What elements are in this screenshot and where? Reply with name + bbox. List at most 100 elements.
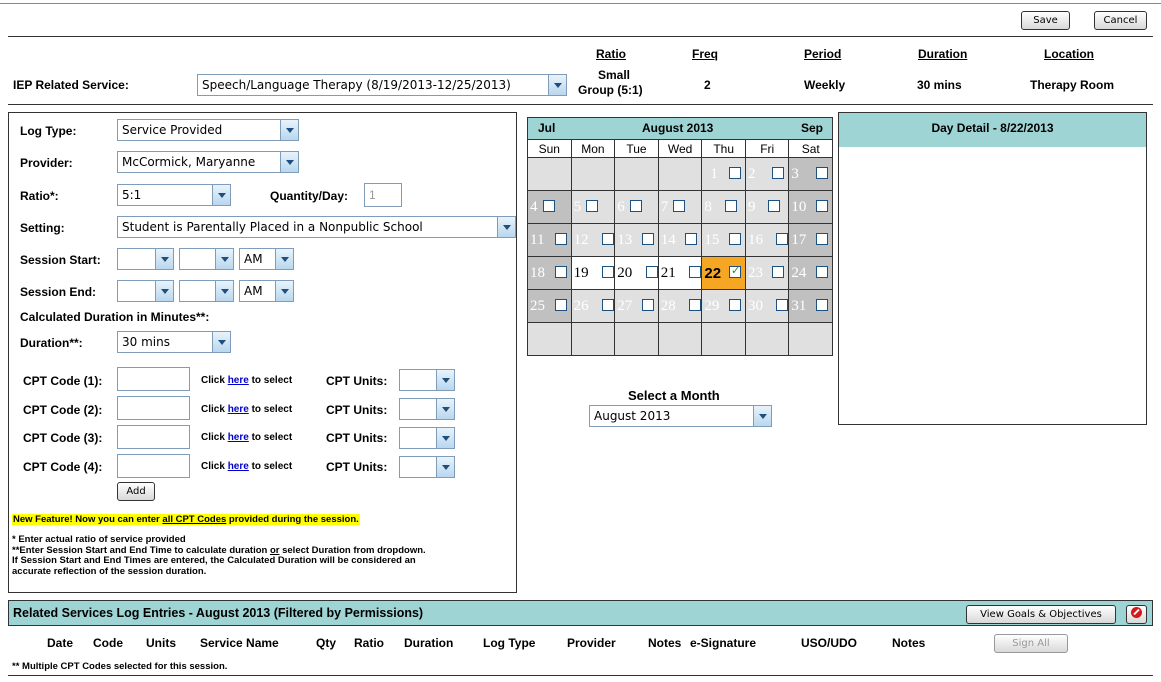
ratio-select-value: 5:1: [122, 188, 142, 202]
cpt-code-input-4[interactable]: [117, 454, 190, 478]
calendar-day[interactable]: 13: [614, 223, 659, 257]
save-button[interactable]: Save: [1021, 11, 1070, 30]
log-type-select[interactable]: Service Provided: [117, 119, 299, 141]
select-month-dropdown[interactable]: August 2013: [589, 405, 772, 427]
calendar-day[interactable]: 17: [788, 223, 833, 257]
calendar-day[interactable]: 14: [657, 223, 703, 257]
session-start-minute[interactable]: [179, 248, 234, 270]
day-checkbox[interactable]: [776, 233, 789, 245]
cpt-select-link-1[interactable]: here: [228, 375, 249, 386]
day-checkbox[interactable]: [645, 266, 658, 278]
calendar-day[interactable]: 23: [744, 256, 790, 290]
calendar-day[interactable]: 30: [744, 289, 790, 323]
calendar-day[interactable]: 25: [527, 289, 572, 323]
day-checkbox[interactable]: [728, 233, 741, 245]
day-checkbox[interactable]: [586, 200, 599, 212]
cpt-code-input-3[interactable]: [117, 425, 190, 449]
calendar-day[interactable]: 27: [614, 289, 659, 323]
day-checkbox[interactable]: [776, 299, 789, 311]
day-checkbox[interactable]: [685, 233, 698, 245]
cpt-code-input-2[interactable]: [117, 396, 190, 420]
day-checkbox[interactable]: [641, 233, 654, 245]
calendar-day[interactable]: 18: [527, 256, 572, 290]
day-checkbox[interactable]: [728, 299, 741, 311]
day-checkbox[interactable]: [768, 200, 781, 212]
day-checkbox[interactable]: [554, 233, 567, 245]
day-checkbox[interactable]: [816, 233, 828, 245]
day-checkbox[interactable]: [816, 200, 828, 212]
day-checkbox[interactable]: [673, 200, 686, 212]
calendar-day[interactable]: 3: [788, 157, 833, 191]
day-checkbox[interactable]: [602, 233, 615, 245]
day-checkbox-checked[interactable]: [728, 264, 741, 278]
cpt-code-input-1[interactable]: [117, 367, 190, 391]
add-cpt-button[interactable]: Add: [117, 482, 155, 501]
calendar-day-selected[interactable]: 22: [701, 256, 746, 290]
day-checkbox[interactable]: [629, 200, 642, 212]
cpt-units-select-2[interactable]: [399, 398, 455, 420]
calendar-next-month[interactable]: Sep: [801, 121, 823, 135]
setting-select[interactable]: Student is Parentally Placed in a Nonpub…: [117, 216, 516, 238]
cpt-select-link-3[interactable]: here: [228, 432, 249, 443]
quantity-input[interactable]: 1: [364, 183, 402, 207]
duration-select[interactable]: 30 mins: [117, 331, 231, 353]
calendar-day[interactable]: 9: [744, 190, 790, 224]
calendar-day[interactable]: 5: [570, 190, 616, 224]
calendar-day[interactable]: 2: [744, 157, 790, 191]
calendar-day[interactable]: 21: [657, 256, 703, 290]
calendar-day[interactable]: 31: [788, 289, 833, 323]
session-start-ampm[interactable]: AM: [239, 248, 294, 270]
day-checkbox[interactable]: [542, 200, 555, 212]
ratio-select[interactable]: 5:1: [117, 184, 231, 206]
calendar-day[interactable]: 20: [614, 256, 659, 290]
sign-all-button[interactable]: Sign All: [994, 634, 1068, 653]
day-checkbox[interactable]: [816, 266, 828, 278]
calendar-day[interactable]: 26: [570, 289, 616, 323]
calendar-day[interactable]: 28: [657, 289, 703, 323]
calendar-day[interactable]: 4: [527, 190, 572, 224]
day-checkbox[interactable]: [689, 299, 702, 311]
day-checkbox[interactable]: [816, 299, 828, 311]
provider-select[interactable]: McCormick, Maryanne: [117, 151, 299, 173]
cancel-button[interactable]: Cancel: [1094, 11, 1147, 30]
no-entry-button[interactable]: [1126, 605, 1147, 624]
cpt-units-select-3[interactable]: [399, 427, 455, 449]
calendar-day[interactable]: 10: [788, 190, 833, 224]
cpt-select-link-2[interactable]: here: [228, 404, 249, 415]
weekday-fri: Fri: [744, 139, 790, 158]
calendar-day[interactable]: 29: [701, 289, 746, 323]
day-checkbox[interactable]: [772, 266, 785, 278]
cpt-code-label-3: CPT Code (3):: [23, 431, 103, 445]
calendar-day[interactable]: 11: [527, 223, 572, 257]
day-checkbox[interactable]: [772, 167, 785, 179]
day-checkbox[interactable]: [554, 299, 567, 311]
day-checkbox[interactable]: [816, 167, 828, 179]
cpt-select-link-4[interactable]: here: [228, 461, 249, 472]
calendar-day[interactable]: 1: [701, 157, 746, 191]
iep-service-select[interactable]: Speech/Language Therapy (8/19/2013-12/25…: [197, 74, 567, 96]
calendar-day[interactable]: 12: [570, 223, 616, 257]
log-columns-row: Date Code Units Service Name Qty Ratio D…: [0, 636, 1161, 652]
session-end-hour[interactable]: [117, 280, 174, 302]
day-checkbox[interactable]: [689, 266, 702, 278]
session-end-ampm[interactable]: AM: [239, 280, 294, 302]
calendar-day[interactable]: 7: [657, 190, 703, 224]
day-checkbox[interactable]: [728, 167, 741, 179]
calendar-prev-month[interactable]: Jul: [538, 121, 555, 135]
calendar-day[interactable]: 15: [701, 223, 746, 257]
cpt-units-select-1[interactable]: [399, 369, 455, 391]
calendar-day[interactable]: 8: [701, 190, 746, 224]
day-checkbox[interactable]: [602, 299, 615, 311]
cpt-units-select-4[interactable]: [399, 456, 455, 478]
calendar-day[interactable]: 19: [570, 256, 616, 290]
day-checkbox[interactable]: [724, 200, 737, 212]
calendar-day[interactable]: 16: [744, 223, 790, 257]
day-checkbox[interactable]: [602, 266, 615, 278]
day-checkbox[interactable]: [554, 266, 567, 278]
view-goals-button[interactable]: View Goals & Objectives: [966, 605, 1116, 624]
session-start-hour[interactable]: [117, 248, 174, 270]
calendar-day[interactable]: 24: [788, 256, 833, 290]
session-end-minute[interactable]: [179, 280, 234, 302]
day-checkbox[interactable]: [641, 299, 654, 311]
calendar-day[interactable]: 6: [614, 190, 659, 224]
